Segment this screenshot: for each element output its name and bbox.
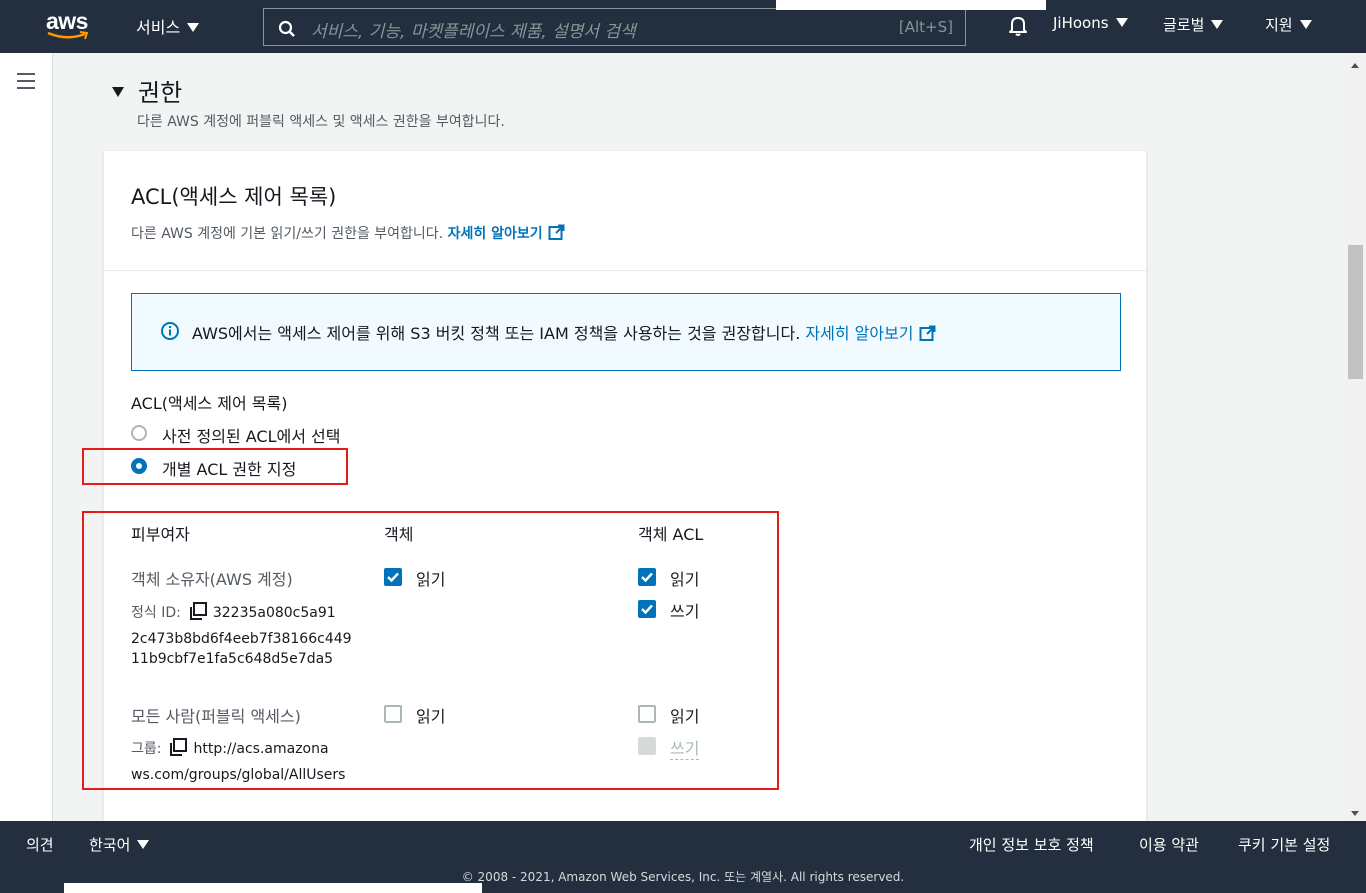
footer: 의견 한국어 개인 정보 보호 정책 이용 약관 쿠키 기본 설정 © 2008… <box>0 821 1366 893</box>
caret-down-icon <box>137 840 150 849</box>
permissions-section-header[interactable]: 권한 <box>112 73 182 108</box>
checkbox-label: 읽기 <box>416 570 446 589</box>
info-icon <box>161 322 179 340</box>
radio-predefined-label: 사전 정의된 ACL에서 선택 <box>162 427 341 446</box>
alert-learn-more-link[interactable]: 자세히 알아보기 <box>805 324 936 343</box>
grantee-everyone-name: 모든 사람(퍼블릭 액세스) <box>131 707 301 726</box>
check-icon <box>387 572 399 582</box>
grantee-owner-name: 객체 소유자(AWS 계정) <box>131 570 293 589</box>
info-alert: AWS에서는 액세스 제어를 위해 S3 버킷 정책 또는 IAM 정책을 사용… <box>131 293 1121 371</box>
search-shortcut: [Alt+S] <box>898 18 953 36</box>
services-menu[interactable]: 서비스 <box>136 14 200 38</box>
terms-link[interactable]: 이용 약관 <box>1139 834 1199 855</box>
scroll-up-arrow-icon[interactable] <box>1351 63 1359 68</box>
privacy-policy-link[interactable]: 개인 정보 보호 정책 <box>969 834 1094 855</box>
checkbox-unchecked[interactable] <box>384 705 402 723</box>
external-link-icon <box>548 224 565 240</box>
region-menu[interactable]: 글로벌 <box>1163 14 1224 35</box>
hamburger-menu-icon[interactable] <box>17 73 35 94</box>
learn-more-label: 자세히 알아보기 <box>447 226 543 242</box>
group-uri-part2: ws.com/groups/global/AllUsers <box>131 767 346 783</box>
info-alert-text: AWS에서는 액세스 제어를 위해 S3 버킷 정책 또는 IAM 정책을 사용… <box>192 320 936 344</box>
highlight-box-radio <box>82 448 348 485</box>
bell-icon[interactable] <box>1008 15 1028 37</box>
caret-down-icon <box>187 23 200 32</box>
checkbox-label: 쓰기 <box>670 602 700 621</box>
canonical-id-part1: 32235a080c5a91 <box>212 605 336 621</box>
aws-logo[interactable]: aws <box>46 8 92 42</box>
section-title: 권한 <box>138 79 183 107</box>
column-header-object-acl: 객체 ACL <box>638 525 704 544</box>
panel-description-text: 다른 AWS 계정에 기본 읽기/쓰기 권한을 부여합니다. <box>131 226 444 242</box>
services-label: 서비스 <box>136 18 181 37</box>
aws-smile-icon <box>47 31 89 40</box>
copy-icon[interactable] <box>169 738 188 756</box>
panel-description: 다른 AWS 계정에 기본 읽기/쓰기 권한을 부여합니다. 자세히 알아보기 <box>131 223 565 243</box>
support-label: 지원 <box>1265 16 1293 34</box>
feedback-link[interactable]: 의견 <box>26 834 54 855</box>
account-menu[interactable]: JiHoons <box>1053 14 1128 32</box>
canonical-id-label: 정식 ID: <box>131 605 181 621</box>
language-label: 한국어 <box>89 836 131 854</box>
caret-down-icon <box>1115 18 1128 27</box>
window-overlay-strip <box>64 883 482 893</box>
window-overlay-strip <box>776 0 1046 10</box>
column-header-object: 객체 <box>384 525 414 544</box>
caret-down-icon <box>1211 20 1224 29</box>
radio-button-unselected[interactable] <box>131 425 147 441</box>
checkbox-disabled <box>638 737 656 755</box>
external-link-icon <box>919 325 936 341</box>
language-selector[interactable]: 한국어 <box>89 834 150 855</box>
checkbox-checked[interactable] <box>384 568 402 586</box>
canonical-id-part2: 2c473b8bd6f4eeb7f38166c449 <box>131 631 352 647</box>
copy-icon[interactable] <box>189 602 207 620</box>
column-header-grantee: 피부여자 <box>131 525 190 544</box>
scrollbar-thumb[interactable] <box>1348 245 1363 379</box>
checkbox-label: 읽기 <box>670 570 700 589</box>
scroll-down-arrow-icon[interactable] <box>1351 811 1359 816</box>
acl-field-label: ACL(액세스 제어 목록) <box>131 394 288 413</box>
group-uri-part1: http://acs.amazona <box>193 741 329 757</box>
check-icon <box>641 604 653 614</box>
search-placeholder: 서비스, 기능, 마켓플레이스 제품, 설명서 검색 <box>311 22 636 42</box>
checkbox-label: 읽기 <box>416 707 446 726</box>
checkbox-checked[interactable] <box>638 600 656 618</box>
everyone-group-uri: 그룹: http://acs.amazona <box>131 738 329 758</box>
search-input[interactable]: 서비스, 기능, 마켓플레이스 제품, 설명서 검색 [Alt+S] <box>263 8 966 46</box>
side-navigation <box>0 53 53 821</box>
checkbox-label-disabled: 쓰기 <box>670 735 700 760</box>
search-icon <box>278 20 295 37</box>
support-menu[interactable]: 지원 <box>1265 14 1312 35</box>
cookie-preferences-link[interactable]: 쿠키 기본 설정 <box>1238 834 1330 855</box>
top-navigation: aws 서비스 서비스, 기능, 마켓플레이스 제품, 설명서 검색 [Alt+… <box>0 0 1366 53</box>
checkbox-checked[interactable] <box>638 568 656 586</box>
main-content: 권한 다른 AWS 계정에 퍼블릭 액세스 및 액세스 권한을 부여합니다. A… <box>54 53 1345 821</box>
group-label: 그룹: <box>131 741 162 757</box>
checkbox-unchecked[interactable] <box>638 705 656 723</box>
account-name: JiHoons <box>1053 14 1109 32</box>
caret-down-icon <box>1299 20 1312 29</box>
section-description: 다른 AWS 계정에 퍼블릭 액세스 및 액세스 권한을 부여합니다. <box>137 114 505 130</box>
vertical-scrollbar[interactable] <box>1345 53 1366 821</box>
checkbox-label: 읽기 <box>670 707 700 726</box>
panel-title: ACL(액세스 제어 목록) <box>131 185 337 209</box>
caret-down-icon <box>112 87 124 97</box>
owner-canonical-id: 정식 ID: 32235a080c5a91 <box>131 602 336 622</box>
region-name: 글로벌 <box>1163 16 1205 34</box>
check-icon <box>641 572 653 582</box>
acl-panel-header: ACL(액세스 제어 목록) 다른 AWS 계정에 기본 읽기/쓰기 권한을 부… <box>104 151 1146 271</box>
canonical-id-part3: 11b9cbf7e1fa5c648d5e7da5 <box>131 651 334 667</box>
alert-link-label: 자세히 알아보기 <box>805 324 914 343</box>
learn-more-link[interactable]: 자세히 알아보기 <box>447 224 565 242</box>
alert-message: AWS에서는 액세스 제어를 위해 S3 버킷 정책 또는 IAM 정책을 사용… <box>192 324 801 343</box>
